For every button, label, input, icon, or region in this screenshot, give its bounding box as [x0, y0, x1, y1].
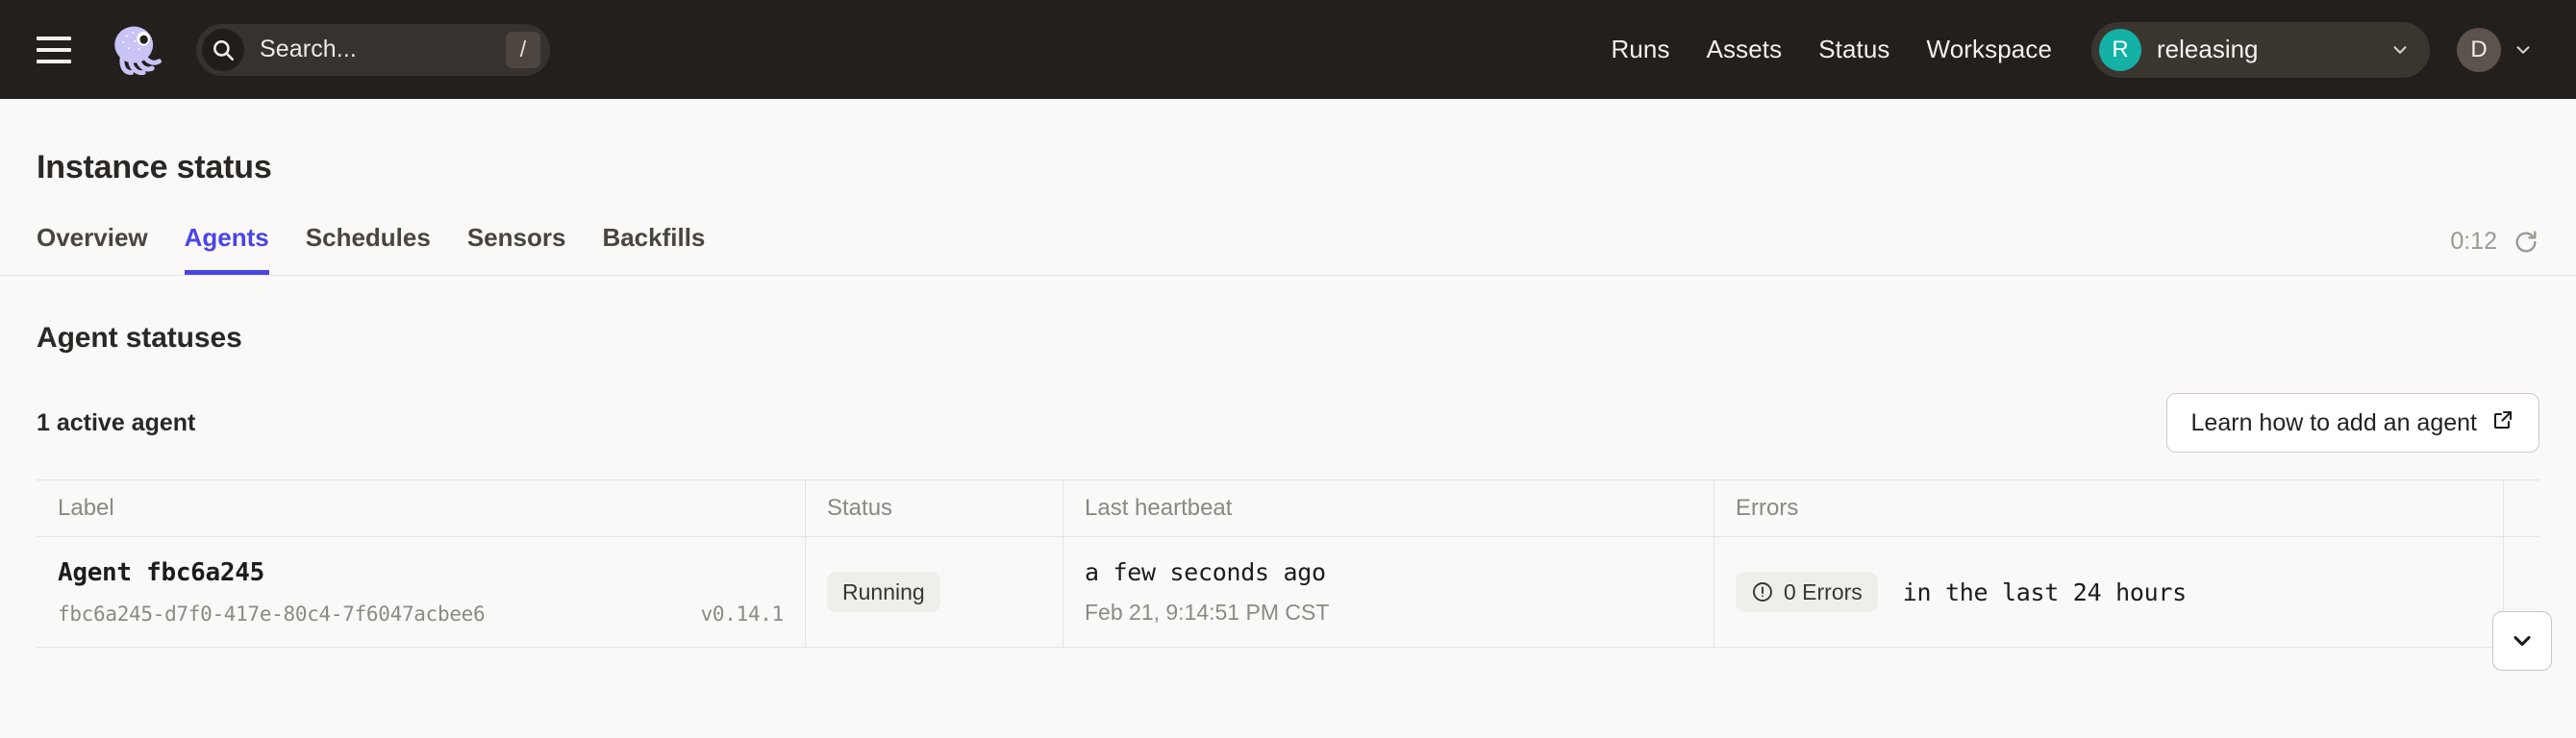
header-nav: Runs Assets Status Workspace R releasing… [1592, 21, 2543, 78]
refresh-controls: 0:12 [2450, 228, 2539, 256]
search-shortcut-chip: / [506, 31, 540, 68]
organization-switcher[interactable]: R releasing [2091, 21, 2430, 78]
alert-circle-icon [1751, 580, 1774, 603]
status-badge: Running [827, 572, 940, 612]
learn-button-label: Learn how to add an agent [2190, 408, 2477, 436]
agent-version: v0.14.1 [700, 603, 785, 626]
search-placeholder: Search... [260, 36, 357, 62]
tab-bar: Overview Agents Schedules Sensors Backfi… [37, 213, 2539, 275]
dagster-logo-icon[interactable] [106, 20, 165, 80]
avatar: D [2457, 27, 2501, 72]
page-header: Instance status Overview Agents Schedule… [0, 99, 2576, 276]
agent-uuid: fbc6a245-d7f0-417e-80c4-7f6047acbee6 [58, 603, 486, 626]
hamburger-menu-icon[interactable] [37, 36, 71, 63]
tab-sensors[interactable]: Sensors [467, 223, 566, 275]
tab-agents[interactable]: Agents [184, 223, 269, 275]
errors-note: in the last 24 hours [1902, 578, 2187, 606]
tab-schedules[interactable]: Schedules [306, 223, 431, 275]
search-icon [202, 28, 244, 71]
agents-subbar: 1 active agent Learn how to add an agent [37, 391, 2539, 455]
cell-errors: 0 Errors in the last 24 hours [1714, 537, 2504, 647]
learn-how-to-add-an-agent-button[interactable]: Learn how to add an agent [2165, 393, 2539, 453]
table-header-row: Label Status Last heartbeat Errors [37, 480, 2539, 537]
organization-name: releasing [2157, 35, 2259, 63]
errors-badge[interactable]: 0 Errors [1736, 572, 1878, 612]
column-header-last-heartbeat: Last heartbeat [1063, 480, 1714, 536]
cell-status: Running [806, 537, 1063, 647]
user-menu[interactable]: D [2451, 22, 2543, 78]
page-title: Instance status [37, 149, 272, 185]
column-header-label: Label [37, 480, 806, 536]
hamburger-bar [37, 36, 71, 40]
nav-link-workspace[interactable]: Workspace [1909, 35, 2070, 64]
table-row[interactable]: Agent fbc6a245 fbc6a245-d7f0-417e-80c4-7… [37, 537, 2539, 647]
hamburger-bar [37, 47, 71, 52]
hamburger-bar [37, 59, 71, 63]
column-header-errors: Errors [1714, 480, 2504, 536]
errors-badge-label: 0 Errors [1784, 578, 1863, 604]
agent-meta: fbc6a245-d7f0-417e-80c4-7f6047acbee6 v0.… [58, 603, 784, 626]
main-content: Agent statuses 1 active agent Learn how … [0, 276, 2576, 648]
agents-table: Label Status Last heartbeat Errors Agent… [37, 480, 2539, 648]
chevron-down-icon [2513, 39, 2534, 61]
tab-overview[interactable]: Overview [37, 223, 148, 275]
active-agent-count: 1 active agent [37, 408, 196, 436]
organization-avatar: R [2099, 28, 2141, 71]
row-expand-container [2467, 611, 2576, 671]
column-header-actions [2504, 480, 2539, 536]
top-header-bar: Search... / Runs Assets Status Workspace… [0, 0, 2576, 99]
section-title: Agent statuses [37, 322, 242, 354]
nav-link-status[interactable]: Status [1800, 35, 1908, 64]
nav-link-runs[interactable]: Runs [1592, 35, 1688, 64]
refresh-icon[interactable] [2513, 229, 2539, 256]
heartbeat-absolute: Feb 21, 9:14:51 PM CST [1085, 600, 1330, 625]
cell-label: Agent fbc6a245 fbc6a245-d7f0-417e-80c4-7… [37, 537, 806, 647]
nav-link-assets[interactable]: Assets [1688, 35, 1801, 64]
search-input[interactable]: Search... / [196, 23, 550, 76]
tab-backfills[interactable]: Backfills [602, 223, 705, 275]
agent-name: Agent fbc6a245 [58, 558, 264, 587]
chevron-down-icon [2389, 39, 2411, 61]
expand-row-button[interactable] [2491, 611, 2552, 671]
cell-last-heartbeat: a few seconds ago Feb 21, 9:14:51 PM CST [1063, 537, 1714, 647]
heartbeat-relative: a few seconds ago [1085, 558, 1326, 586]
column-header-status: Status [806, 480, 1063, 536]
external-link-icon [2491, 408, 2514, 438]
refresh-countdown: 0:12 [2450, 228, 2497, 255]
